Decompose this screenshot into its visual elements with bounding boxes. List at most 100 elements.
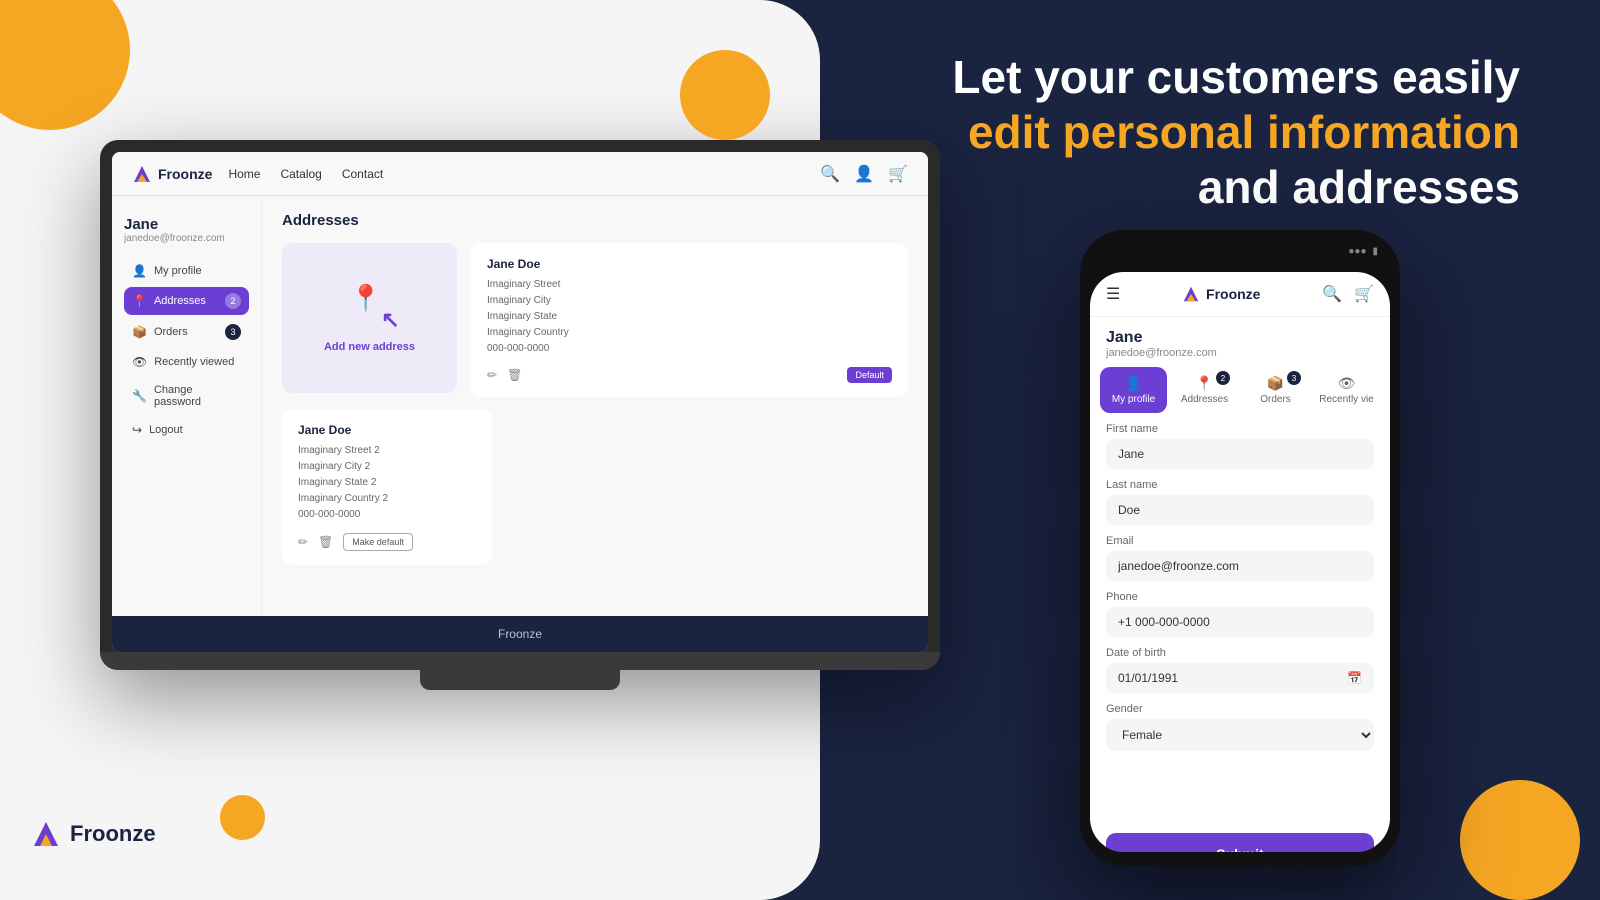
phone-notch-area: ●●● ▮	[1090, 244, 1390, 266]
firstname-input[interactable]	[1106, 439, 1374, 469]
laptop-screen: Froonze Home Catalog Contact 🔍 👤 🛒	[112, 152, 928, 652]
laptop-base	[100, 652, 940, 670]
phone-tab-orders[interactable]: 📦 Orders 3	[1242, 367, 1309, 413]
submit-button[interactable]: Submit	[1106, 833, 1374, 852]
brand-logo-bottom: Froonze	[30, 818, 156, 850]
form-group-phone: Phone	[1106, 591, 1374, 637]
tab-recently-label: Recently vie	[1319, 394, 1373, 405]
delete-icon-1[interactable]: 🗑	[507, 368, 522, 382]
footer-text: Froonze	[498, 627, 542, 641]
nav-link-contact[interactable]: Contact	[342, 167, 383, 181]
change-password-icon: 🔧	[132, 389, 147, 403]
browser-nav-links: Home Catalog Contact	[228, 167, 383, 181]
headline-line2: edit personal information	[968, 106, 1520, 158]
sidebar-user-email: janedoe@froonze.com	[124, 233, 249, 244]
calendar-icon: 📅	[1347, 671, 1362, 685]
sidebar-myprofile-label: My profile	[154, 265, 202, 277]
phone-mockup: ●●● ▮ ☰ Froonze 🔍 🛒	[1080, 230, 1400, 866]
phone-user-info: Jane janedoe@froonze.com	[1090, 317, 1390, 367]
phone-label: Phone	[1106, 591, 1374, 603]
form-group-gender: Gender Female	[1106, 703, 1374, 751]
sidebar-item-change-password[interactable]: 🔧 Change password	[124, 378, 249, 414]
account-icon[interactable]: 👤	[854, 164, 874, 184]
default-badge: Default	[847, 367, 892, 383]
browser-content: Jane janedoe@froonze.com 👤 My profile 📍 …	[112, 196, 928, 616]
phone-input[interactable]	[1106, 607, 1374, 637]
add-address-icons: 📍 ↖	[340, 283, 400, 333]
address1-street: Imaginary Street	[487, 277, 892, 293]
address2-actions: ✏ 🗑 Make default	[298, 533, 476, 551]
phone-notch	[1200, 230, 1280, 244]
laptop-footer: Froonze	[112, 616, 928, 652]
sidebar-item-myprofile[interactable]: 👤 My profile	[124, 258, 249, 284]
address1-phone: 000-000-0000	[487, 341, 892, 357]
phone-tab-recently[interactable]: 👁 Recently vie	[1313, 367, 1380, 413]
tab-myprofile-icon: 👤	[1125, 375, 1142, 392]
address2-country: Imaginary Country 2	[298, 491, 476, 507]
form-group-dob: Date of birth 01/01/1991 📅	[1106, 647, 1374, 693]
address2-state: Imaginary State 2	[298, 475, 476, 491]
nav-link-home[interactable]: Home	[228, 167, 260, 181]
phone-tab-addresses[interactable]: 📍 Addresses 2	[1171, 367, 1238, 413]
phone-user-email: janedoe@froonze.com	[1106, 347, 1374, 359]
phone-form-actions: Submit Cancel ↖	[1090, 823, 1390, 852]
phone-logo: Froonze	[1182, 285, 1260, 303]
dob-input-display[interactable]: 01/01/1991 📅	[1106, 663, 1374, 693]
phone-screen: ☰ Froonze 🔍 🛒 Jane janedoe@froonze.com	[1090, 272, 1390, 852]
address1-name: Jane Doe	[487, 257, 892, 271]
delete-icon-2[interactable]: 🗑	[318, 535, 333, 549]
phone-user-name: Jane	[1106, 329, 1374, 347]
sidebar-item-addresses[interactable]: 📍 Addresses 2	[124, 287, 249, 315]
make-default-button[interactable]: Make default	[343, 533, 413, 551]
phone-search-icon[interactable]: 🔍	[1322, 284, 1342, 304]
lastname-input[interactable]	[1106, 495, 1374, 525]
orders-icon: 📦	[132, 325, 147, 339]
headline-line1: Let your customers easily	[952, 51, 1520, 103]
phone-cart-icon[interactable]: 🛒	[1354, 284, 1374, 304]
browser-logo: Froonze	[132, 164, 212, 184]
logo-text: Froonze	[70, 821, 156, 847]
browser-logo-text: Froonze	[158, 166, 212, 182]
myprofile-icon: 👤	[132, 264, 147, 278]
circle-decoration-bm	[220, 795, 265, 840]
nav-link-catalog[interactable]: Catalog	[280, 167, 321, 181]
sidebar-item-logout[interactable]: ↪ Logout	[124, 417, 249, 443]
address2-phone: 000-000-0000	[298, 507, 476, 523]
tab-orders-label: Orders	[1260, 394, 1291, 405]
account-sidebar: Jane janedoe@froonze.com 👤 My profile 📍 …	[112, 196, 262, 616]
addresses-panel: Addresses 📍 ↖ Add new address	[262, 196, 928, 616]
email-input[interactable]	[1106, 551, 1374, 581]
add-address-label: Add new address	[324, 341, 415, 353]
tab-orders-icon: 📦	[1267, 375, 1284, 392]
firstname-label: First name	[1106, 423, 1374, 435]
tab-addresses-label: Addresses	[1181, 394, 1228, 405]
logout-icon: ↪	[132, 423, 142, 437]
tab-recently-icon: 👁	[1338, 375, 1356, 392]
cursor-icon: ↖	[381, 307, 399, 333]
headline-section: Let your customers easily edit personal …	[920, 50, 1520, 216]
edit-icon-2[interactable]: ✏	[298, 535, 308, 549]
address-card-2: Jane Doe Imaginary Street 2 Imaginary Ci…	[282, 409, 492, 565]
lastname-label: Last name	[1106, 479, 1374, 491]
tab-orders-badge: 3	[1287, 371, 1301, 385]
laptop-stand	[420, 670, 620, 690]
phone-tab-myprofile[interactable]: 👤 My profile	[1100, 367, 1167, 413]
gender-select[interactable]: Female	[1106, 719, 1374, 751]
battery-icon: ▮	[1372, 246, 1378, 257]
laptop-mockup: Froonze Home Catalog Contact 🔍 👤 🛒	[100, 140, 940, 690]
sidebar-item-orders[interactable]: 📦 Orders 3	[124, 318, 249, 346]
browser-nav-icons: 🔍 👤 🛒	[820, 164, 908, 184]
phone-status-bar: ●●● ▮	[1348, 246, 1378, 257]
cart-icon[interactable]: 🛒	[888, 164, 908, 184]
hamburger-icon[interactable]: ☰	[1106, 284, 1120, 304]
laptop-outer: Froonze Home Catalog Contact 🔍 👤 🛒	[100, 140, 940, 670]
phone-logo-text: Froonze	[1206, 286, 1260, 302]
edit-icon-1[interactable]: ✏	[487, 368, 497, 382]
dob-label: Date of birth	[1106, 647, 1374, 659]
sidebar-item-recently-viewed[interactable]: 👁 Recently viewed	[124, 349, 249, 375]
gender-label: Gender	[1106, 703, 1374, 715]
add-address-card[interactable]: 📍 ↖ Add new address	[282, 243, 457, 393]
address2-street: Imaginary Street 2	[298, 443, 476, 459]
search-icon[interactable]: 🔍	[820, 164, 840, 184]
tab-addresses-icon: 📍	[1196, 375, 1213, 392]
